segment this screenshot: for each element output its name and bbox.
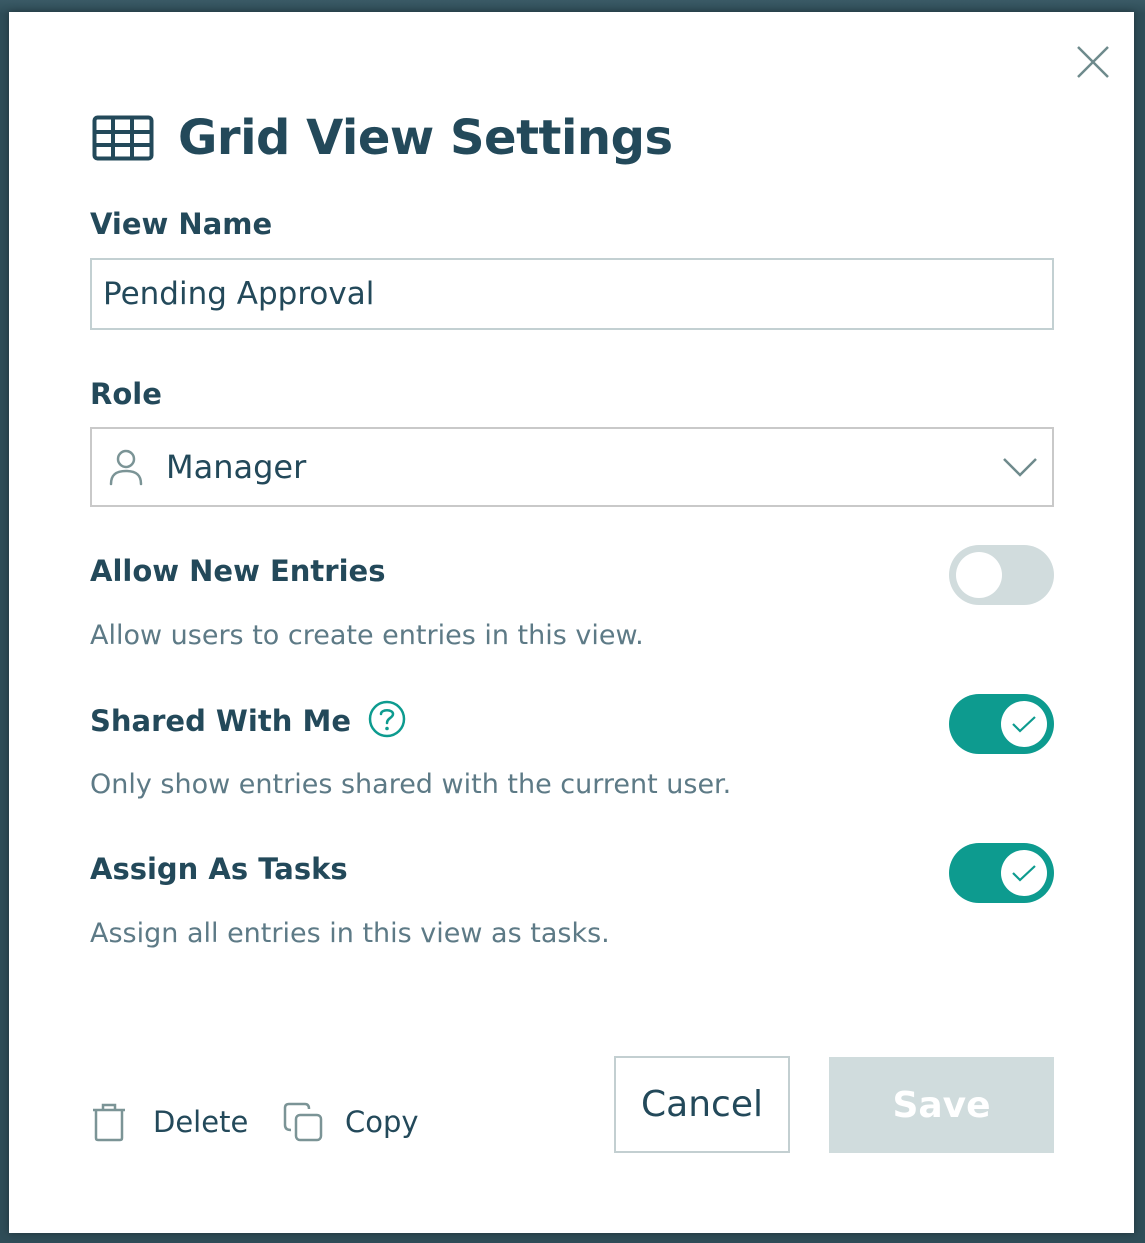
person-icon: [109, 449, 143, 486]
view-name-input[interactable]: [90, 258, 1054, 330]
close-button[interactable]: [1075, 44, 1111, 80]
shared-with-me-description: Only show entries shared with the curren…: [90, 769, 732, 800]
delete-button[interactable]: Delete: [91, 1100, 248, 1144]
grid-icon: [92, 115, 154, 161]
copy-button[interactable]: Copy: [283, 1100, 419, 1144]
assign-as-tasks-description: Assign all entries in this view as tasks…: [90, 918, 610, 949]
view-name-label: View Name: [90, 207, 273, 241]
close-icon: [1077, 46, 1109, 78]
cancel-button[interactable]: Cancel: [614, 1056, 790, 1153]
help-icon[interactable]: [367, 699, 407, 739]
shared-with-me-toggle[interactable]: [949, 694, 1054, 754]
role-value: Manager: [166, 448, 307, 486]
assign-as-tasks-toggle[interactable]: [949, 843, 1054, 903]
save-button[interactable]: Save: [829, 1057, 1054, 1153]
shared-with-me-label-row: Shared With Me: [90, 700, 407, 743]
assign-as-tasks-label: Assign As Tasks: [90, 852, 348, 886]
checkmark-icon: [1012, 716, 1036, 733]
role-label: Role: [90, 377, 162, 411]
copy-icon: [283, 1102, 323, 1142]
trash-icon: [93, 1103, 125, 1142]
toggle-knob: [1001, 701, 1047, 747]
allow-new-entries-label: Allow New Entries: [90, 554, 386, 588]
allow-new-entries-toggle[interactable]: [949, 545, 1054, 605]
toggle-knob: [956, 552, 1002, 598]
delete-label: Delete: [153, 1105, 249, 1139]
chevron-down-icon: [1003, 458, 1037, 477]
grid-view-settings-dialog: Grid View Settings View Name Role Manage…: [9, 12, 1134, 1233]
shared-with-me-label: Shared With Me: [90, 704, 351, 738]
toggle-knob: [1001, 850, 1047, 896]
dialog-header: Grid View Settings: [92, 98, 673, 178]
checkmark-icon: [1012, 865, 1036, 882]
dialog-title: Grid View Settings: [178, 110, 673, 166]
allow-new-entries-description: Allow users to create entries in this vi…: [90, 620, 644, 651]
copy-label: Copy: [345, 1105, 419, 1139]
role-select[interactable]: Manager: [90, 427, 1054, 507]
